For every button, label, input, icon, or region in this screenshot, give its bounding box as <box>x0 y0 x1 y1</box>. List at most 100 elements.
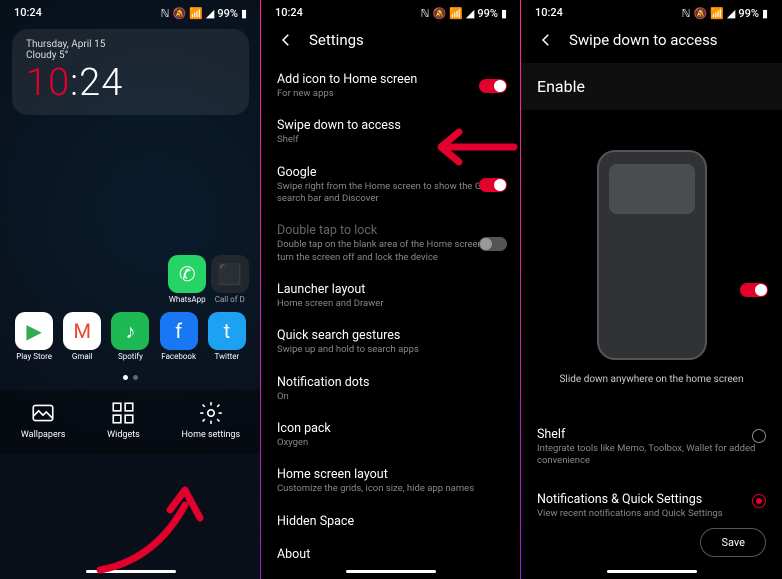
battery-pct: 99% <box>477 7 498 18</box>
annotation-arrow-1 <box>85 470 225 579</box>
app-row-2: ▶Play Store MGmail ♪Spotify fFacebook tT… <box>0 308 261 365</box>
swipe-header: Swipe down to access <box>521 21 782 63</box>
app-whatsapp[interactable]: ✆WhatsApp <box>166 255 209 304</box>
launcher-options: Wallpapers Widgets Home settings <box>0 390 261 454</box>
app-cod[interactable]: ⬛Call of D <box>208 255 251 304</box>
page-title: Settings <box>309 31 364 49</box>
setting-toggle[interactable] <box>479 79 507 93</box>
whatsapp-icon: ✆ <box>168 255 206 293</box>
setting-subtitle: Double tap on the blank area of the Home… <box>277 239 505 264</box>
enable-label: Enable <box>537 77 585 96</box>
page-title: Swipe down to access <box>569 31 718 49</box>
battery-icon: ▮ <box>762 7 768 18</box>
setting-toggle[interactable] <box>479 237 507 251</box>
setting-subtitle: For new apps <box>277 88 505 100</box>
setting-title: Google <box>277 165 505 180</box>
setting-row[interactable]: Double tap to lockDouble tap on the blan… <box>261 214 521 273</box>
widgets-icon <box>110 400 136 426</box>
settings-screen: 10:24 ℕ🔕📶◢99%▮ Settings Add icon to Home… <box>261 0 521 579</box>
setting-title: Quick search gestures <box>277 328 505 343</box>
setting-row[interactable]: Launcher layoutHome screen and Drawer <box>261 273 521 319</box>
clock-hour: 10 <box>26 61 70 105</box>
setting-title: Notification dots <box>277 375 505 390</box>
setting-row[interactable]: About <box>261 538 521 571</box>
option-shelf[interactable]: Shelf Integrate tools like Memo, Toolbox… <box>521 415 782 480</box>
setting-row[interactable]: Swipe down to accessShelf <box>261 109 521 155</box>
status-time: 10:24 <box>275 6 303 19</box>
setting-row[interactable]: Add icon to Home screenFor new apps <box>261 63 521 109</box>
nfc-icon: ℕ <box>161 7 170 18</box>
mute-icon: 🔕 <box>172 7 186 18</box>
radio-notifications[interactable] <box>752 494 766 508</box>
setting-row[interactable]: Notification dotsOn <box>261 366 521 412</box>
back-icon[interactable] <box>537 31 555 49</box>
setting-row[interactable]: GoogleSwipe right from the Home screen t… <box>261 156 521 215</box>
mute-icon: 🔕 <box>432 7 446 18</box>
cod-icon: ⬛ <box>211 255 249 293</box>
status-time: 10:24 <box>535 6 563 19</box>
enable-toggle[interactable] <box>740 283 768 297</box>
nfc-icon: ℕ <box>421 7 430 18</box>
nav-bar[interactable] <box>86 570 176 573</box>
wifi-icon: 📶 <box>449 7 463 18</box>
app-spotify[interactable]: ♪Spotify <box>107 312 153 361</box>
wallpaper-icon <box>30 400 56 426</box>
setting-title: Hidden Space <box>277 514 505 529</box>
setting-subtitle: On <box>277 391 505 403</box>
battery-pct: 99% <box>217 7 238 18</box>
status-icons: ℕ 🔕 📶 ◢ 99% ▮ <box>161 7 247 18</box>
setting-toggle[interactable] <box>479 178 507 192</box>
mute-icon: 🔕 <box>693 7 707 18</box>
setting-row[interactable]: Hidden Space <box>261 505 521 538</box>
settings-header: Settings <box>261 21 521 63</box>
playstore-icon: ▶ <box>15 312 53 350</box>
spotify-icon: ♪ <box>111 312 149 350</box>
setting-title: Launcher layout <box>277 282 505 297</box>
setting-row[interactable]: Quick search gesturesSwipe up and hold t… <box>261 319 521 365</box>
clock-widget[interactable]: Thursday, April 15 Cloudy 5° 10:24 <box>12 29 249 115</box>
app-gmail[interactable]: MGmail <box>59 312 105 361</box>
setting-title: Double tap to lock <box>277 223 505 238</box>
signal-icon: ◢ <box>466 7 474 18</box>
status-time: 10:24 <box>14 6 42 19</box>
page-indicator <box>0 375 261 380</box>
nav-bar[interactable] <box>346 570 436 573</box>
setting-subtitle: Home screen and Drawer <box>277 298 505 310</box>
setting-title: About <box>277 547 505 562</box>
status-bar: 10:24 ℕ🔕📶◢99%▮ <box>521 0 782 21</box>
setting-title: Swipe down to access <box>277 118 505 133</box>
widgets-button[interactable]: Widgets <box>107 400 140 440</box>
widget-weather: Cloudy 5° <box>26 50 235 61</box>
shelf-illustration <box>609 164 695 214</box>
save-button[interactable]: Save <box>700 528 766 557</box>
setting-title: Icon pack <box>277 421 505 436</box>
app-playstore[interactable]: ▶Play Store <box>11 312 57 361</box>
battery-icon: ▮ <box>241 7 247 18</box>
battery-icon: ▮ <box>501 7 507 18</box>
settings-list: Add icon to Home screenFor new appsSwipe… <box>261 63 521 571</box>
wifi-icon: 📶 <box>189 7 203 18</box>
status-icons: ℕ🔕📶◢99%▮ <box>421 7 507 18</box>
gear-icon <box>198 400 224 426</box>
status-bar: 10:24 ℕ🔕📶◢99%▮ <box>261 0 521 21</box>
home-settings-button[interactable]: Home settings <box>182 400 241 440</box>
app-facebook[interactable]: fFacebook <box>156 312 202 361</box>
facebook-icon: f <box>160 312 198 350</box>
app-twitter[interactable]: tTwitter <box>204 312 250 361</box>
battery-pct: 99% <box>738 7 759 18</box>
wallpapers-button[interactable]: Wallpapers <box>21 400 66 440</box>
setting-row[interactable]: Icon packOxygen <box>261 412 521 458</box>
option-notifications[interactable]: Notifications & Quick Settings View rece… <box>521 480 782 532</box>
phone-illustration <box>597 150 707 360</box>
gmail-icon: M <box>63 312 101 350</box>
setting-title: Add icon to Home screen <box>277 72 505 87</box>
setting-subtitle: Shelf <box>277 134 505 146</box>
nav-bar[interactable] <box>607 570 697 573</box>
widget-date: Thursday, April 15 <box>26 39 235 50</box>
radio-shelf[interactable] <box>752 429 766 443</box>
setting-row[interactable]: Home screen layoutCustomize the grids, i… <box>261 458 521 504</box>
enable-row[interactable]: Enable <box>521 63 782 110</box>
status-icons: ℕ🔕📶◢99%▮ <box>682 7 768 18</box>
status-bar: 10:24 ℕ 🔕 📶 ◢ 99% ▮ <box>0 0 261 21</box>
back-icon[interactable] <box>277 31 295 49</box>
